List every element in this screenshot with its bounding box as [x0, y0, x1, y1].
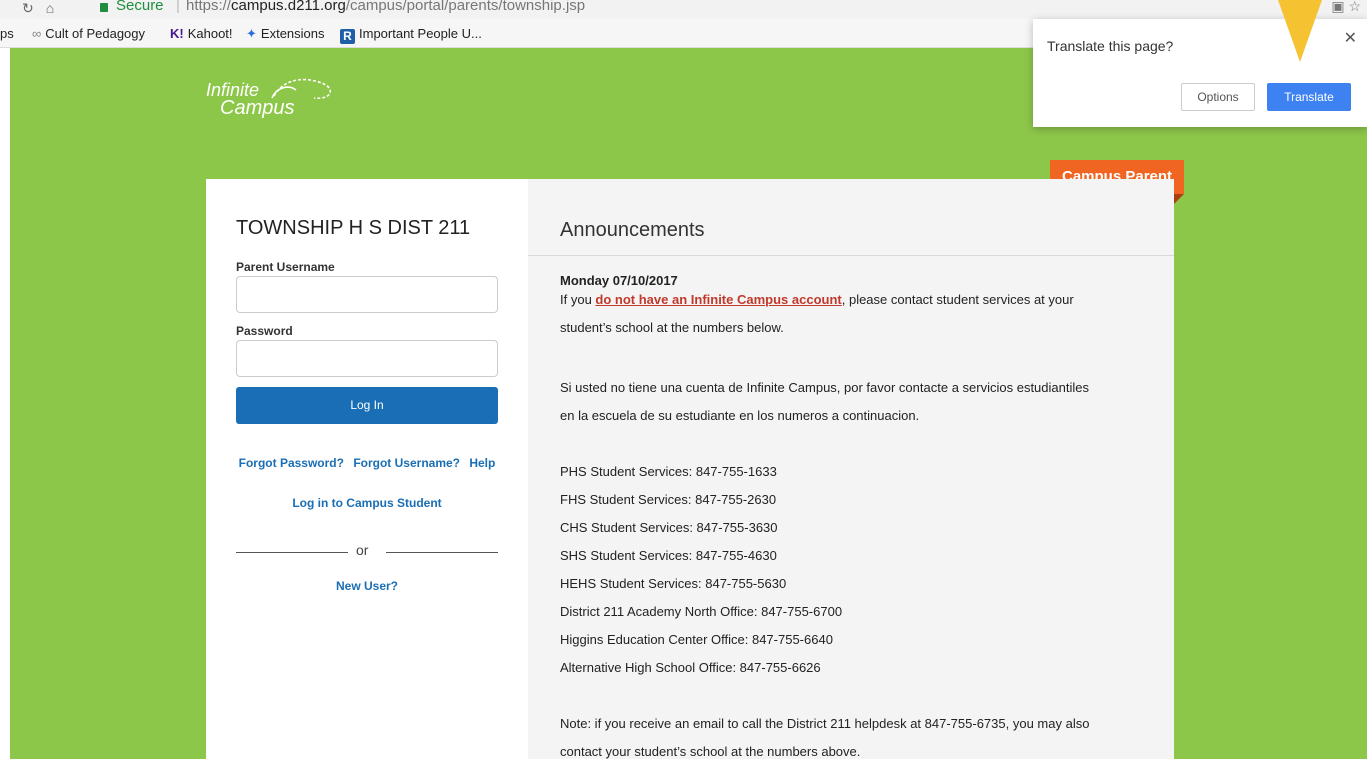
forgot-password-link[interactable]: Forgot Password? — [239, 456, 344, 470]
announcement-body: Monday 07/10/2017 If you do not have an … — [560, 272, 1160, 759]
url-separator: | — [176, 0, 180, 14]
intro-suffix: , please contact student services at you… — [841, 292, 1074, 307]
bookmark-label: Important People U... — [359, 26, 482, 41]
reload-home-icons[interactable]: ↻⌂ — [22, 0, 66, 17]
username-input[interactable] — [236, 276, 498, 313]
lock-icon — [100, 3, 108, 12]
bookmark-label: Cult of Pedagogy — [45, 26, 146, 41]
announcements-title: Announcements — [560, 219, 705, 241]
login-panel: TOWNSHIP H S DIST 211 Parent Username Pa… — [206, 179, 528, 759]
district-name: TOWNSHIP H S DIST 211 — [236, 217, 471, 239]
close-icon[interactable]: ✕ — [1344, 28, 1357, 48]
translate-button[interactable]: Translate — [1267, 83, 1351, 111]
options-button[interactable]: Options — [1181, 83, 1255, 111]
secure-label: Secure — [116, 0, 164, 14]
ribbon-fold — [1174, 194, 1184, 204]
announcement-date: Monday 07/10/2017 — [560, 273, 678, 288]
address-bar: ↻⌂ Secure | https://campus.d211.org/camp… — [0, 0, 1367, 19]
kahoot-icon: K! — [170, 26, 184, 41]
help-link[interactable]: Help — [469, 456, 495, 470]
new-user-link[interactable]: New User? — [206, 579, 528, 593]
note-line2: contact your student’s school at the num… — [560, 744, 861, 759]
help-links: Forgot Password? Forgot Username? Help — [206, 456, 528, 470]
password-label: Password — [236, 324, 293, 338]
announcements-divider — [528, 255, 1174, 256]
bookmark-label: ps — [0, 26, 14, 41]
left-edge — [0, 48, 10, 759]
star-icon[interactable]: ▣ ☆ — [1331, 0, 1361, 15]
url-text[interactable]: https://campus.d211.org/campus/portal/pa… — [186, 0, 585, 14]
login-button[interactable]: Log In — [236, 387, 498, 424]
bookmark-important-people[interactable]: R Important People U... — [340, 26, 482, 44]
url-prefix: https:// — [186, 0, 232, 14]
intro-line2: student’s school at the numbers below. — [560, 320, 784, 335]
contact-hehs: HEHS Student Services: 847-755-5630 — [560, 576, 787, 591]
forgot-username-link[interactable]: Forgot Username? — [353, 456, 460, 470]
contact-chs: CHS Student Services: 847-755-3630 — [560, 520, 778, 535]
contact-academy-north: District 211 Academy North Office: 847-7… — [560, 604, 843, 619]
contact-alternative: Alternative High School Office: 847-755-… — [560, 660, 821, 675]
infinite-campus-logo[interactable]: Infinite Campus — [206, 78, 332, 120]
bookmark-kahoot[interactable]: K! Kahoot! — [170, 26, 233, 41]
contact-higgins: Higgins Education Center Office: 847-755… — [560, 632, 833, 647]
url-host: campus.d211.org — [231, 0, 346, 14]
url-path: /campus/portal/parents/township.jsp — [345, 0, 586, 14]
announcements-panel: Announcements Monday 07/10/2017 If you d… — [528, 179, 1174, 759]
bookmark-apps[interactable]: ps — [0, 26, 14, 41]
spanish-line1: Si usted no tiene una cuenta de Infinite… — [560, 380, 1089, 395]
r-logo-icon: R — [340, 29, 355, 44]
page-background: Infinite Campus Campus Parent TOWNSHIP H… — [10, 48, 1367, 759]
login-card: TOWNSHIP H S DIST 211 Parent Username Pa… — [206, 179, 1174, 759]
infinity-icon: ∞ — [32, 26, 42, 41]
translate-popup-title: Translate this page? — [1047, 38, 1174, 54]
intro-line1: If you do not have an Infinite Campus ac… — [560, 290, 1160, 310]
bookmark-extensions[interactable]: ✦ Extensions — [246, 26, 325, 42]
no-account-link[interactable]: do not have an Infinite Campus account — [595, 292, 841, 307]
or-divider-right — [386, 552, 498, 553]
note-line1: Note: if you receive an email to call th… — [560, 716, 1090, 731]
bookmark-label: Extensions — [260, 26, 325, 41]
pointer-arrow-icon — [1278, 0, 1322, 62]
intro-prefix: If you — [560, 292, 596, 307]
spanish-line2: en la escuela de su estudiante en los nu… — [560, 408, 920, 423]
logo-swoosh-icon — [271, 78, 332, 100]
username-label: Parent Username — [236, 260, 335, 274]
bookmark-label: Kahoot! — [187, 26, 233, 41]
contact-fhs: FHS Student Services: 847-755-2630 — [560, 492, 777, 507]
or-divider-left — [236, 552, 348, 553]
campus-student-link[interactable]: Log in to Campus Student — [206, 496, 528, 510]
or-text: or — [356, 542, 369, 558]
bookmark-cult-of-pedagogy[interactable]: ∞ Cult of Pedagogy — [32, 26, 145, 41]
puzzle-icon: ✦ — [246, 26, 257, 41]
contact-shs: SHS Student Services: 847-755-4630 — [560, 548, 777, 563]
contact-phs: PHS Student Services: 847-755-1633 — [560, 464, 777, 479]
password-input[interactable] — [236, 340, 498, 377]
